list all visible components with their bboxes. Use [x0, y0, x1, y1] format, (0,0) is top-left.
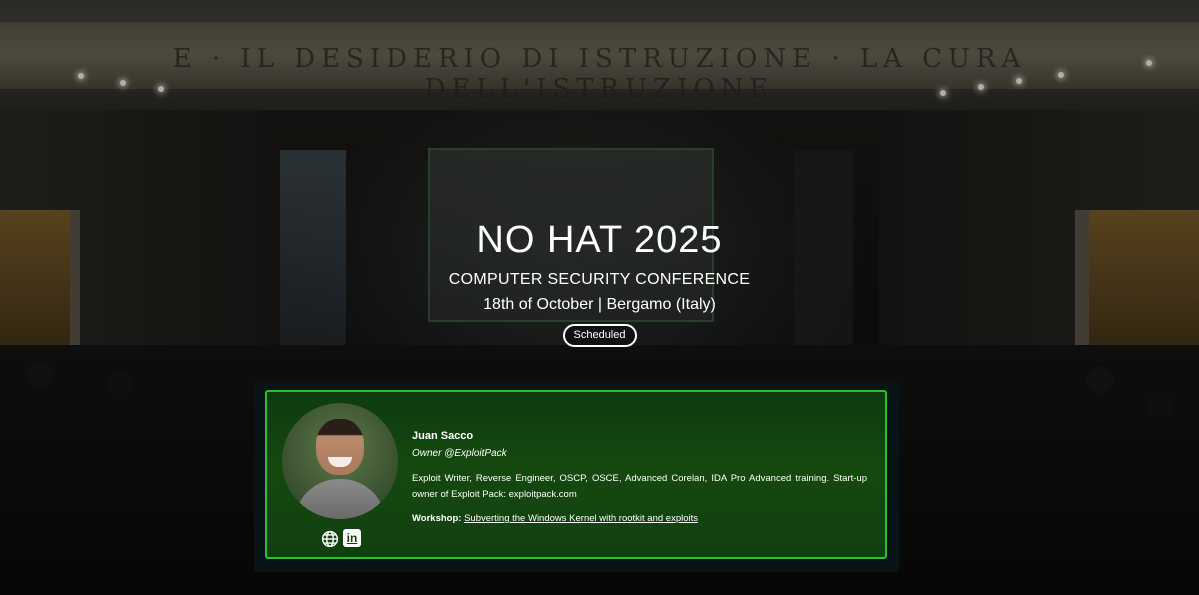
- globe-icon[interactable]: [320, 529, 340, 549]
- linkedin-icon[interactable]: in: [343, 529, 361, 547]
- speaker-bio: Exploit Writer, Reverse Engineer, OSCP, …: [412, 473, 867, 500]
- avatar-body: [294, 479, 386, 519]
- event-subtitle: COMPUTER SECURITY CONFERENCE: [448, 271, 751, 288]
- status-badge: Scheduled: [562, 324, 637, 347]
- speaker-card-container: in Juan Sacco Owner @ExploitPack Exploit…: [254, 381, 899, 572]
- speaker-info: Juan Sacco Owner @ExploitPack Exploit Wr…: [412, 429, 867, 525]
- speaker-role: Owner @ExploitPack: [412, 448, 507, 459]
- event-title: NO HAT 2025: [476, 219, 723, 261]
- workshop-line: Workshop: Subverting the Windows Kernel …: [412, 512, 867, 525]
- hero-section: NO HAT 2025 COMPUTER SECURITY CONFERENCE…: [0, 218, 1199, 347]
- speaker-card: in Juan Sacco Owner @ExploitPack Exploit…: [265, 390, 887, 559]
- workshop-label: Workshop:: [412, 513, 462, 524]
- linkedin-glyph: in: [346, 531, 358, 545]
- speaker-avatar: [282, 403, 398, 519]
- speaker-name: Juan Sacco: [412, 430, 474, 442]
- workshop-link[interactable]: Subverting the Windows Kernel with rootk…: [464, 513, 698, 524]
- event-date-location: 18th of October | Bergamo (Italy): [483, 296, 716, 313]
